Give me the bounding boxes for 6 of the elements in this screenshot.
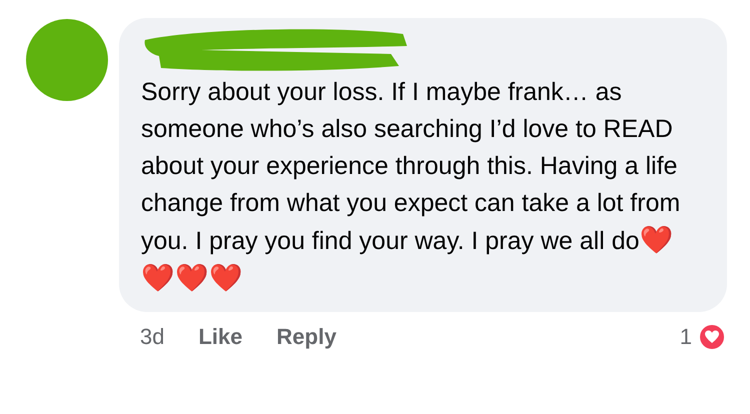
like-button[interactable]: Like <box>198 320 243 353</box>
reaction-count: 1 <box>680 323 692 351</box>
timestamp: 3d <box>140 323 164 351</box>
reply-button[interactable]: Reply <box>276 320 336 353</box>
heart-reaction-icon[interactable] <box>698 322 726 350</box>
comment-text: Sorry about your loss. If I maybe frank… as someone who’s also searching I’d love to READ about your experience through this. Having a life change from what you expect can take a lot from you. I pray you find your way. I pray we all do❤ ❤❤❤ <box>141 77 682 296</box>
